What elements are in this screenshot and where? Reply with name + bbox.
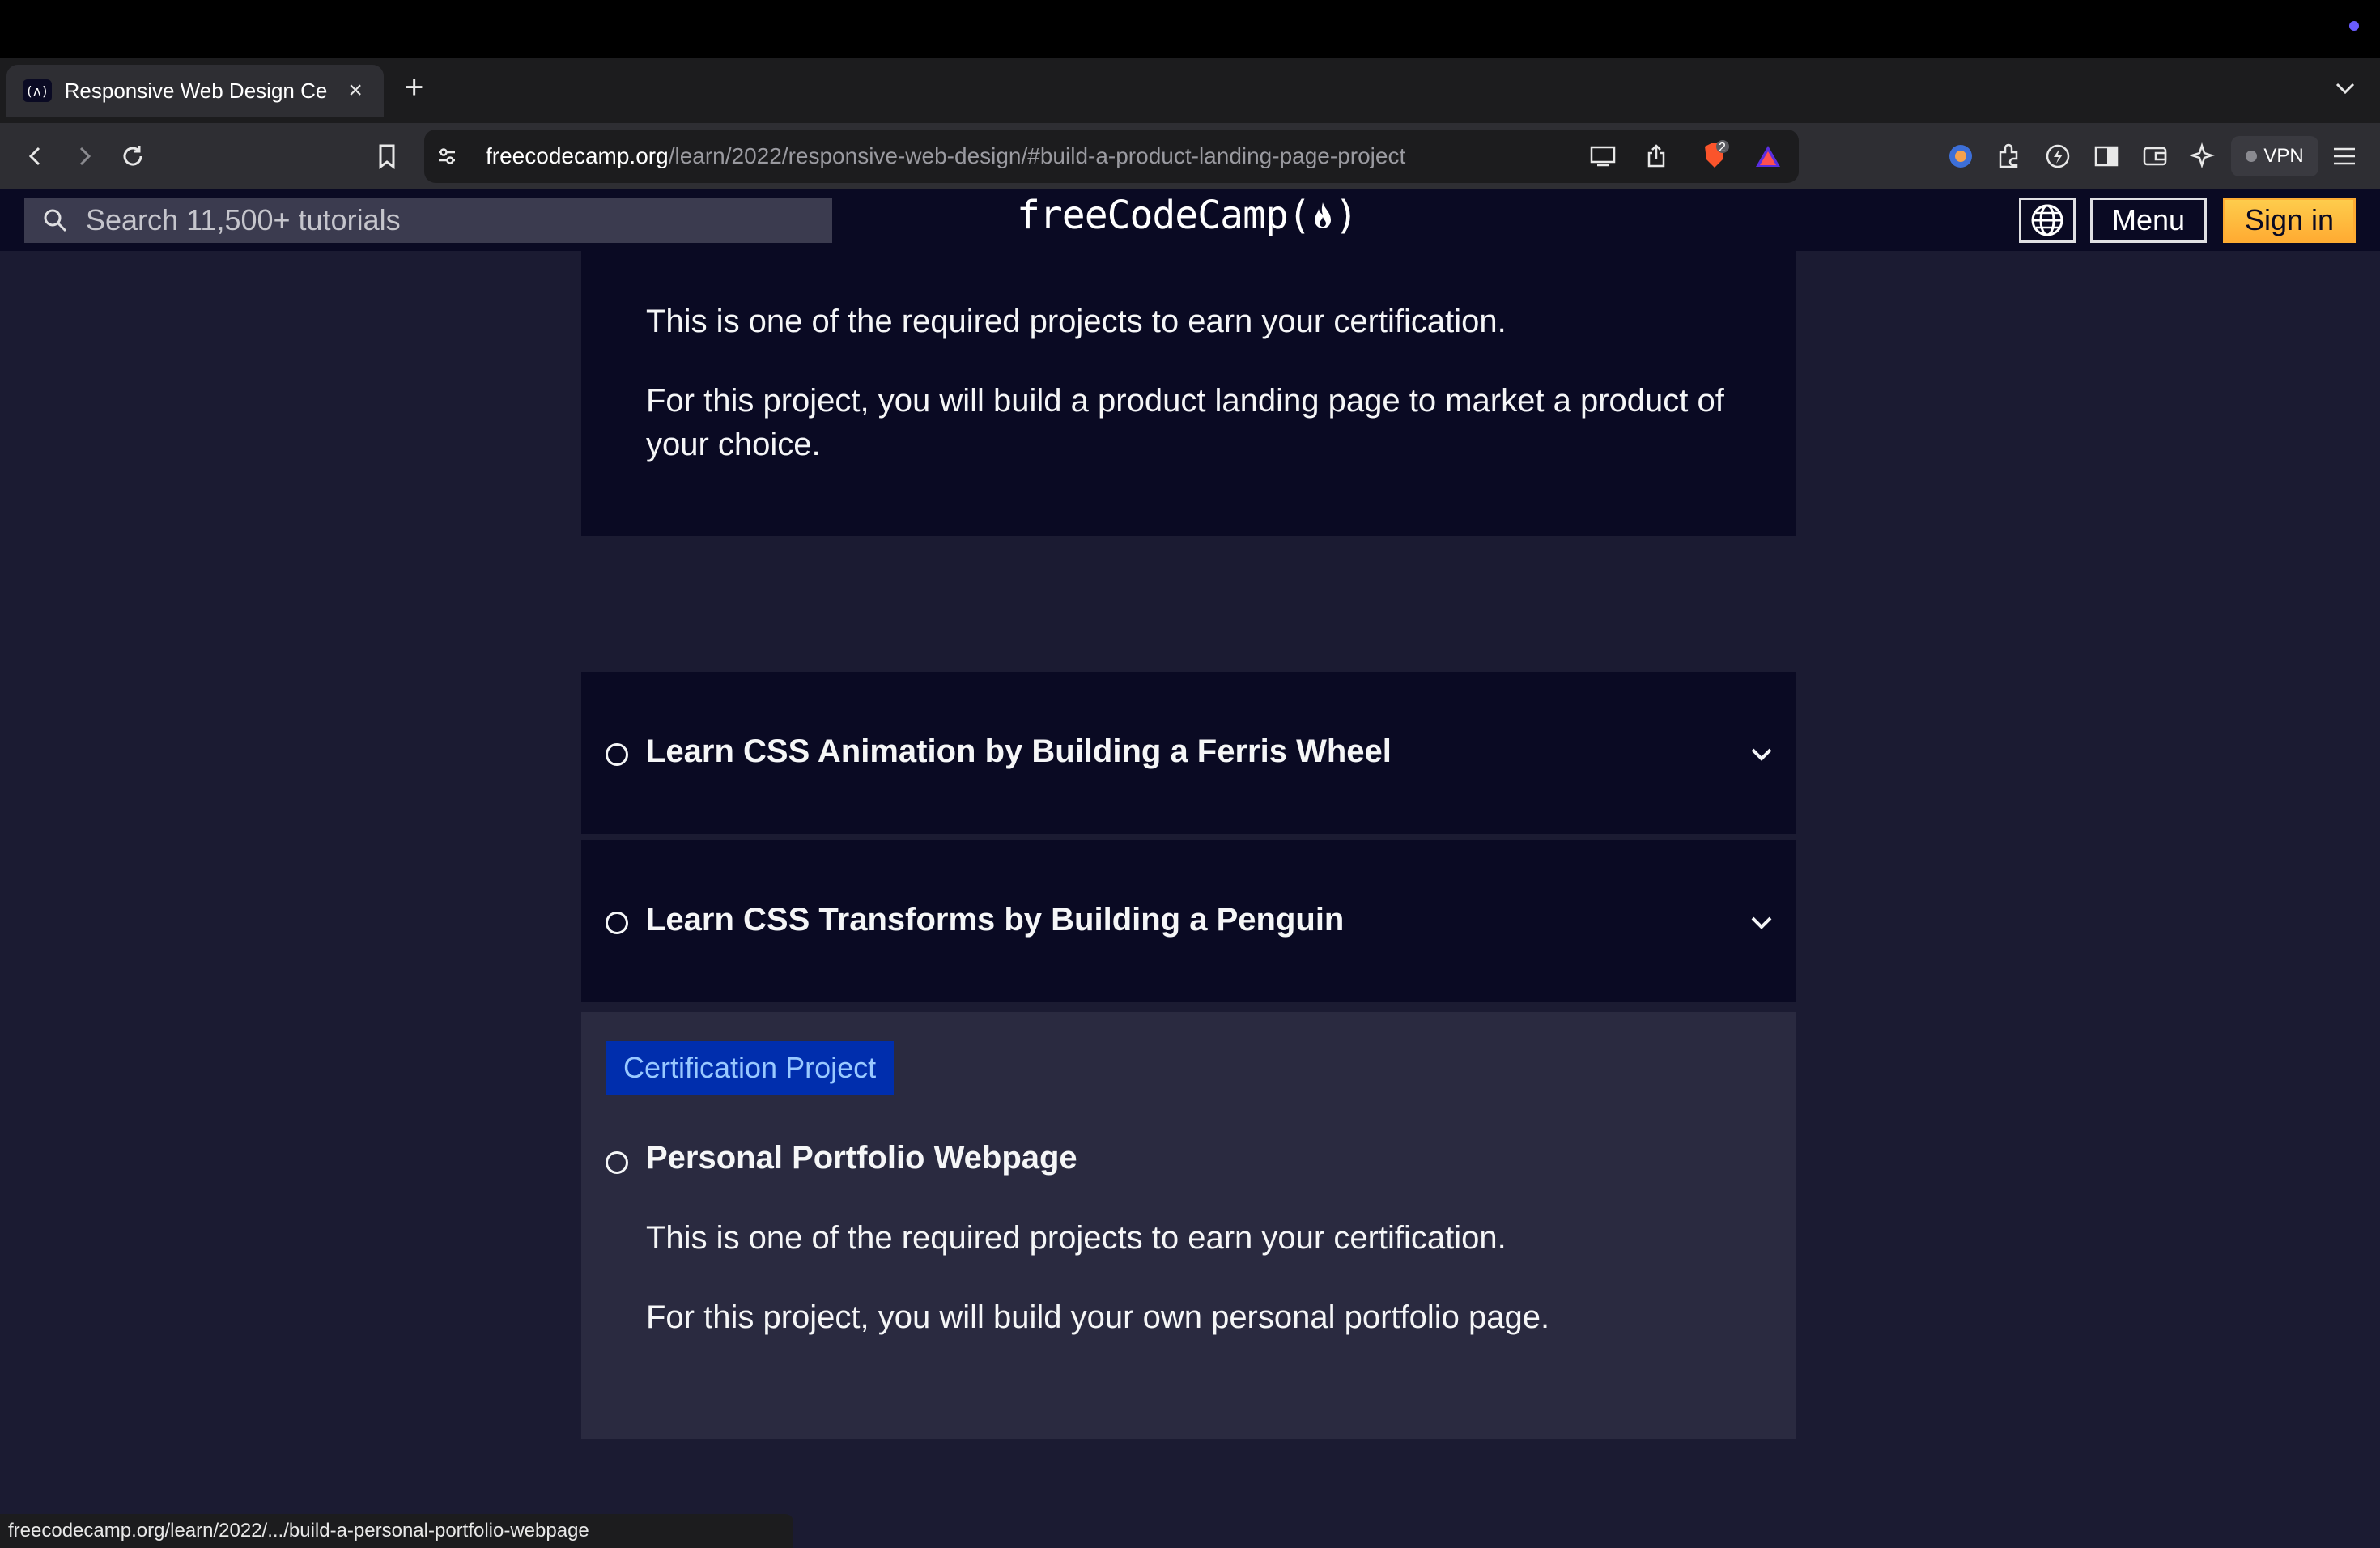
chevron-down-icon[interactable] [2330, 73, 2361, 104]
tab-title: Responsive Web Design Certi [64, 78, 329, 103]
share-icon[interactable] [1637, 137, 1676, 176]
search-icon [42, 207, 68, 233]
incomplete-circle-icon [606, 743, 628, 766]
back-icon[interactable] [16, 137, 55, 176]
menu-button[interactable]: Menu [2090, 198, 2207, 243]
project-description-summary: For this project, you will build your ow… [646, 1299, 1550, 1335]
status-dot-icon [2349, 21, 2359, 31]
project-title-link[interactable]: Personal Portfolio Webpage [646, 1140, 1077, 1176]
block-ferris-wheel[interactable]: Learn CSS Animation by Building a Ferris… [581, 672, 1796, 834]
link-preview-status: freecodecamp.org/learn/2022/.../build-a-… [0, 1514, 793, 1548]
logo-text-end: ) [1334, 193, 1358, 238]
vpn-label: VPN [2263, 145, 2304, 167]
main-content: This is one of the required projects to … [0, 251, 2380, 1548]
profile-extension-icon[interactable] [1941, 137, 1980, 176]
incomplete-circle-icon [606, 1151, 628, 1174]
language-button[interactable] [2019, 198, 2076, 243]
fcc-favicon-icon: (ʌ) [23, 79, 52, 102]
project-description-required: This is one of the required projects to … [646, 1220, 1507, 1256]
fcc-navbar: freeCodeCamp() Menu Sign in [0, 189, 2380, 251]
os-menu-bar [0, 0, 2380, 58]
extensions-icon[interactable] [1990, 137, 2029, 176]
hamburger-menu-icon[interactable] [2325, 137, 2364, 176]
vpn-button[interactable]: VPN [2231, 136, 2318, 176]
leo-ai-icon[interactable] [2184, 137, 2223, 176]
project-description-required: This is one of the required projects to … [646, 304, 1507, 339]
block-penguin[interactable]: Learn CSS Transforms by Building a Pengu… [581, 840, 1796, 1002]
brave-shields-icon[interactable]: 2 [1695, 137, 1734, 176]
sign-in-button[interactable]: Sign in [2223, 198, 2356, 243]
search-box[interactable] [24, 198, 832, 243]
tab-strip: (ʌ) Responsive Web Design Certi × + [0, 58, 2380, 123]
project-description-summary: For this project, you will build a produ… [646, 383, 1724, 462]
portfolio-project-card: Certification Project Personal Portfolio… [581, 1012, 1796, 1439]
shield-badge: 2 [1719, 141, 1726, 155]
certification-project-badge: Certification Project [606, 1041, 895, 1095]
speedreader-icon[interactable] [2038, 137, 2077, 176]
incomplete-circle-icon [606, 912, 628, 934]
browser-tab[interactable]: (ʌ) Responsive Web Design Certi × [6, 65, 384, 117]
bookmark-icon[interactable] [368, 137, 406, 176]
cast-icon[interactable] [1583, 137, 1622, 176]
reload-icon[interactable] [113, 137, 152, 176]
browser-toolbar: freecodecamp.org/learn/2022/responsive-w… [0, 123, 2380, 189]
product-landing-page-project-card: This is one of the required projects to … [581, 251, 1796, 536]
site-settings-icon[interactable] [427, 137, 466, 176]
block-title[interactable]: Learn CSS Transforms by Building a Pengu… [646, 902, 1344, 938]
search-input[interactable] [86, 203, 814, 237]
vpn-status-icon [2246, 151, 2258, 162]
new-tab-icon[interactable]: + [405, 71, 423, 104]
close-tab-icon[interactable]: × [343, 77, 368, 104]
globe-icon [2031, 204, 2063, 236]
chevron-down-icon[interactable] [1745, 907, 1778, 939]
url-text[interactable]: freecodecamp.org/learn/2022/responsive-w… [486, 143, 1405, 169]
brave-rewards-icon[interactable] [1749, 137, 1787, 176]
fcc-logo[interactable]: freeCodeCamp() [1017, 193, 1358, 238]
wallet-icon[interactable] [2136, 137, 2174, 176]
forward-icon[interactable] [65, 137, 104, 176]
sidebar-icon[interactable] [2087, 137, 2126, 176]
flame-icon [1314, 202, 1331, 228]
address-bar[interactable]: freecodecamp.org/learn/2022/responsive-w… [424, 130, 1799, 183]
chevron-down-icon[interactable] [1745, 738, 1778, 771]
logo-text: freeCodeCamp( [1017, 193, 1311, 238]
block-title[interactable]: Learn CSS Animation by Building a Ferris… [646, 734, 1392, 770]
